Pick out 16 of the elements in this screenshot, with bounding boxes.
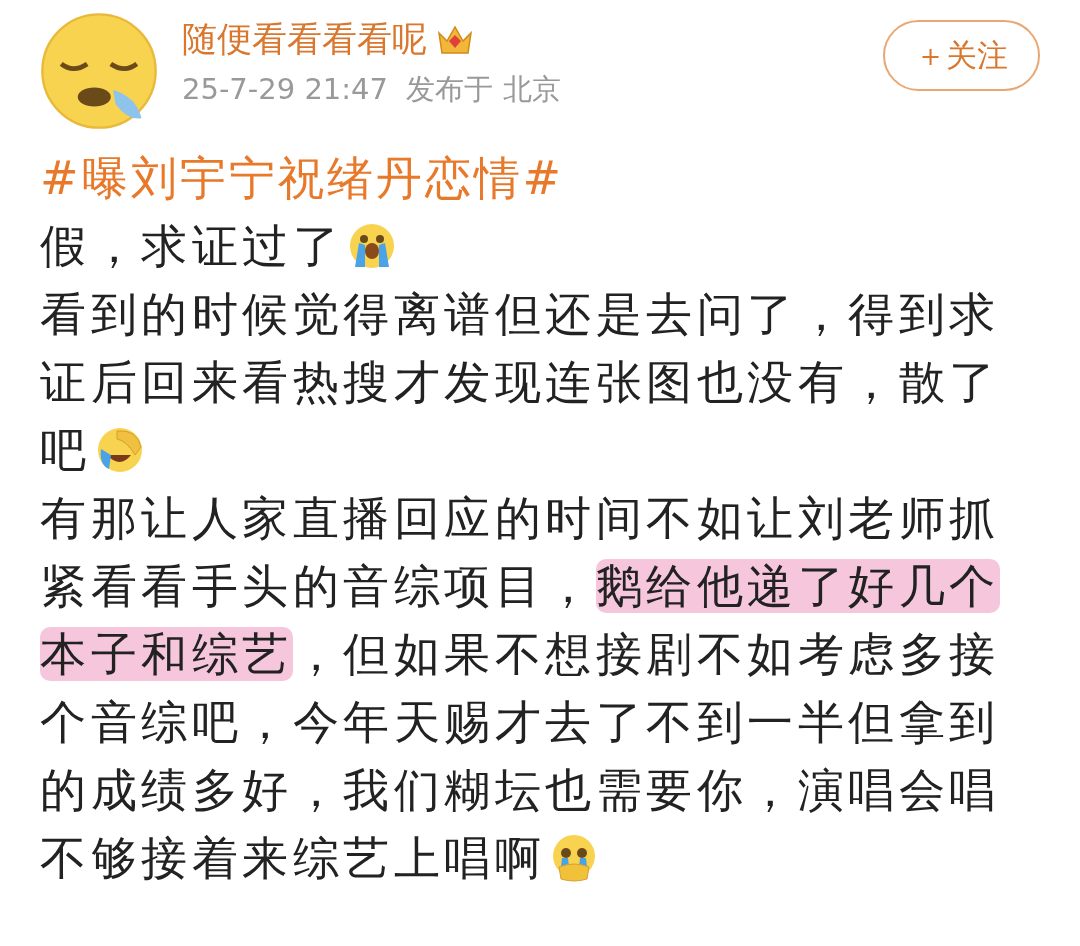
text-line: 证后回来看热搜才发现连张图也没有，散了 bbox=[40, 354, 1000, 411]
username[interactable]: 随便看看看看呢 bbox=[182, 18, 427, 60]
text-line: 假，求证过了 bbox=[40, 218, 343, 275]
avatar[interactable] bbox=[40, 12, 158, 130]
text-line: 本子和综艺，但如果不想接剧不如考虑多接 bbox=[40, 626, 1000, 683]
post-meta: 25-7-29 21:47 发布于 北京 bbox=[182, 71, 562, 108]
follow-button[interactable]: ＋关注 bbox=[883, 20, 1040, 91]
text-line: 的成绩多好，我们糊坛也需要你，演唱会唱 bbox=[40, 762, 1000, 819]
text-line: 有那让人家直播回应的时间不如让刘老师抓 bbox=[40, 490, 1000, 547]
text-line: 看到的时候觉得离谱但还是去问了，得到求 bbox=[40, 286, 1000, 343]
crying-face-icon bbox=[347, 221, 397, 271]
text-line: 个音综吧，今年天赐才去了不到一半但拿到 bbox=[40, 694, 1000, 751]
text-line: 不够接着来综艺上唱啊 bbox=[40, 830, 545, 887]
text-line: 紧看看手头的音综项目，鹅给他递了好几个 bbox=[40, 558, 1000, 615]
text-line: 吧 bbox=[40, 422, 91, 479]
hashtag-link[interactable]: #曝刘宇宁祝绪丹恋情# bbox=[40, 144, 1040, 212]
